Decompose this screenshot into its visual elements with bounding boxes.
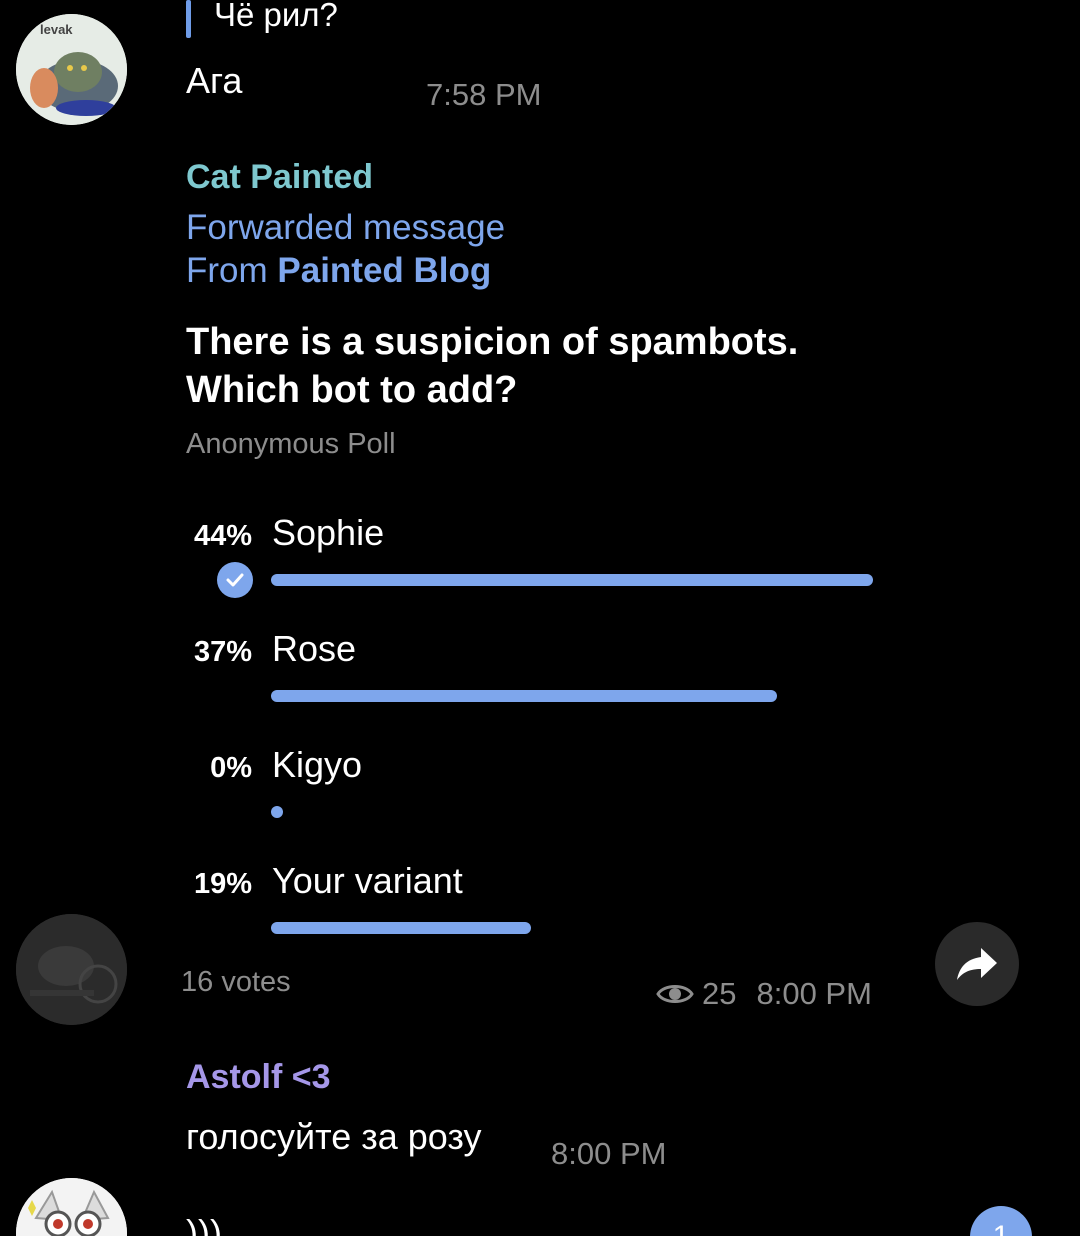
eye-icon — [656, 985, 694, 1003]
message-text: ))) — [186, 1212, 222, 1236]
poll-option-percent: 44% — [193, 520, 252, 552]
user-avatar[interactable]: levak — [16, 14, 127, 125]
message-time: 8:00 PM — [756, 976, 872, 1011]
poll-option-label: Sophie — [272, 512, 385, 553]
forwarded-from[interactable]: From Painted Blog — [186, 251, 491, 291]
chat-screen: levak Чё рил? Ага 7:58 PM Cat Painted Fo… — [0, 0, 1080, 1236]
poll-option-percent: 19% — [193, 868, 252, 900]
forwarded-label: Forwarded message — [186, 208, 506, 247]
sender-name[interactable]: Astolf <3 — [186, 1058, 331, 1097]
poll-option-label: Your variant — [272, 860, 463, 901]
poll-option-percent: 0% — [210, 752, 252, 784]
share-arrow-icon — [957, 948, 997, 980]
user-avatar[interactable] — [16, 1178, 127, 1236]
poll-option-bar — [271, 574, 873, 586]
poll-option-label: Rose — [272, 628, 357, 669]
view-count: 25 — [702, 976, 737, 1011]
poll-option-bar — [271, 690, 777, 702]
chosen-check-icon — [217, 562, 253, 598]
message-time: 8:00 PM — [551, 1136, 667, 1171]
forwarded-from-channel[interactable]: Painted Blog — [277, 251, 491, 290]
reply-quote-text[interactable]: Чё рил? — [214, 0, 338, 34]
poll-option-percent: 37% — [193, 636, 252, 668]
message-meta: 25 8:00 PM — [656, 976, 872, 1012]
poll-option-label: Kigyo — [272, 744, 363, 785]
user-avatar[interactable] — [16, 914, 127, 1025]
poll-option-bar — [271, 922, 531, 934]
poll-vote-count: 16 votes — [181, 966, 291, 998]
message-text: Ага — [186, 60, 243, 101]
avatar-caption: levak — [40, 22, 73, 37]
share-button[interactable] — [935, 922, 1019, 1006]
dark-avatar-image — [16, 914, 127, 1025]
poll-question: There is a suspicion of spambots. Which … — [186, 321, 799, 411]
unread-badge[interactable]: 1 — [970, 1206, 1032, 1236]
poll-option-bar — [271, 806, 283, 818]
reply-quote-bar — [186, 0, 191, 38]
message-time: 7:58 PM — [426, 77, 542, 112]
sender-name[interactable]: Cat Painted — [186, 158, 373, 197]
anime-avatar-image — [16, 1178, 127, 1236]
poll-type: Anonymous Poll — [186, 428, 396, 460]
forwarded-from-prefix: From — [186, 251, 268, 290]
message-text: голосуйте за розу — [186, 1116, 482, 1157]
